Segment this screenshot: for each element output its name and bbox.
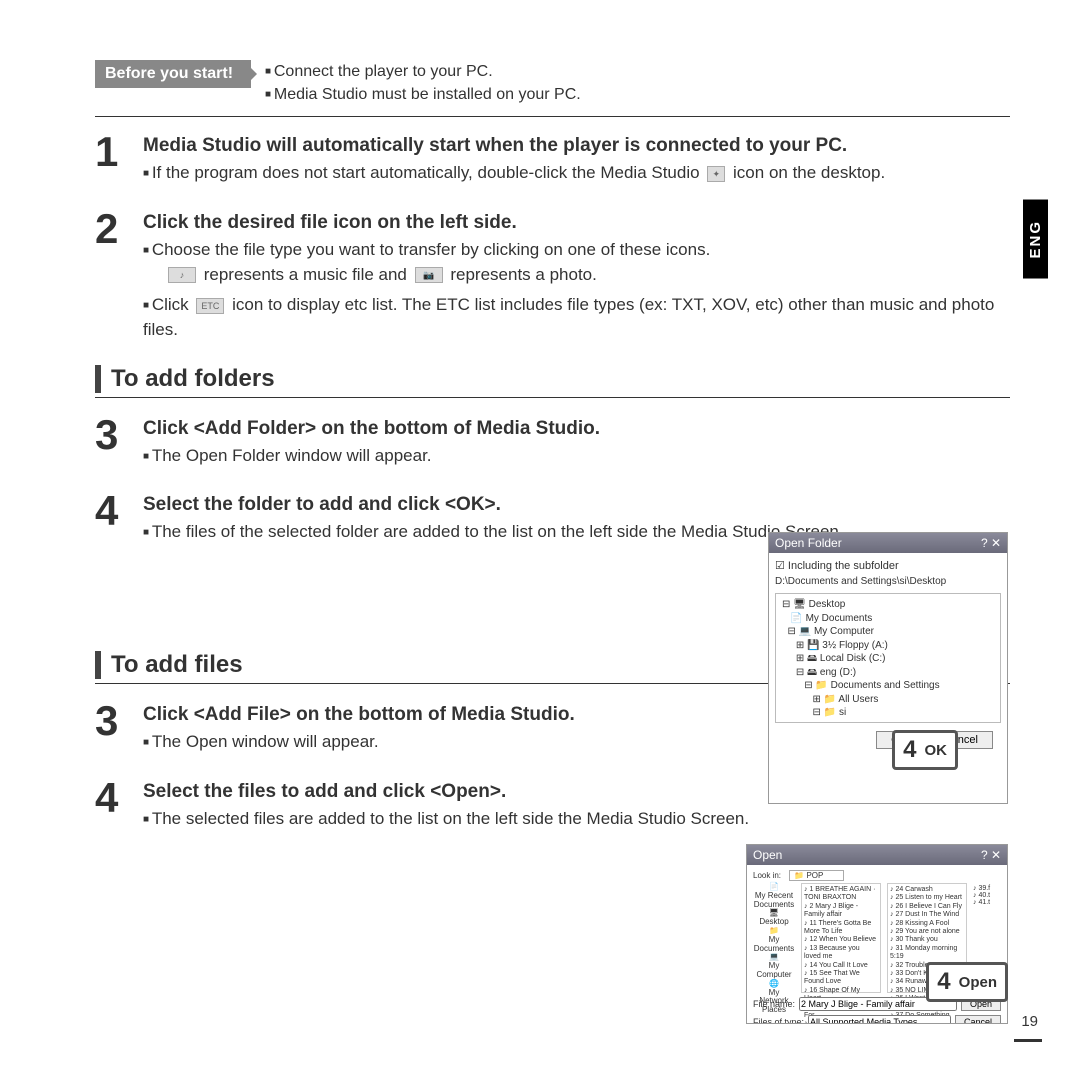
before-b2: Media Studio must be installed on your P… [265,83,581,106]
step-num-4b: 4 [95,777,127,838]
before-row: Before you start! Connect the player to … [95,60,1010,106]
step3a-title: Click <Add Folder> on the bottom of Medi… [143,418,1010,440]
dialog-title: Open [753,848,782,862]
dialog-title: Open Folder [775,536,842,550]
step4b-b1: The selected files are added to the list… [143,807,1010,832]
folder-path: D:\Documents and Settings\si\Desktop [775,576,1001,587]
step2-title: Click the desired file icon on the left … [143,212,1010,234]
music-file-icon: ♪ [168,267,196,283]
before-b1: Connect the player to your PC. [265,60,581,83]
cancel-button[interactable]: Cancel [955,1015,1001,1023]
step-num-1: 1 [95,131,127,192]
step-1: 1 Media Studio will automatically start … [95,131,1010,192]
step-2: 2 Click the desired file icon on the lef… [95,208,1010,349]
divider [95,397,1010,398]
photo-file-icon: 📷 [415,267,443,283]
step-num-2: 2 [95,208,127,349]
filetype-input[interactable] [808,1015,951,1023]
step1-title: Media Studio will automatically start wh… [143,135,1010,157]
before-badge: Before you start! [95,60,251,88]
callout-4-open: 4 Open [926,962,1008,1002]
open-folder-dialog: Open Folder ? ✕ ☑ Including the subfolde… [768,532,1008,804]
page-number: 19 [1021,1013,1038,1030]
etc-icon: ETC [196,298,224,314]
step2-b1: Choose the file type you want to transfe… [143,238,1010,287]
page-line [1014,1039,1042,1042]
step-num-3a: 3 [95,414,127,475]
divider [95,116,1010,117]
lookin-combo[interactable]: 📁 POP [789,870,844,881]
step1-b1: If the program does not start automatica… [143,161,1010,186]
media-studio-icon: ✦ [707,166,725,182]
lang-tab: ENG [1023,200,1048,279]
include-subfolder-checkbox[interactable]: ☑ Including the subfolder [775,559,1001,572]
callout-4-ok: 4 OK [892,730,958,770]
step-num-3b: 3 [95,700,127,761]
folder-tree[interactable]: ⊟ 🖥 Desktop 📄 My Documents ⊟ 💻 My Comput… [775,593,1001,723]
step2-b2: Click ETC icon to display etc list. The … [143,293,1010,342]
section-folders: To add folders [95,365,1010,393]
step4a-title: Select the folder to add and click <OK>. [143,494,1010,516]
dialog-help-close[interactable]: ? ✕ [981,848,1001,862]
step-num-4a: 4 [95,490,127,551]
dialog-help-close[interactable]: ? ✕ [981,536,1001,550]
step-3a: 3 Click <Add Folder> on the bottom of Me… [95,414,1010,475]
step3a-b1: The Open Folder window will appear. [143,444,1010,469]
